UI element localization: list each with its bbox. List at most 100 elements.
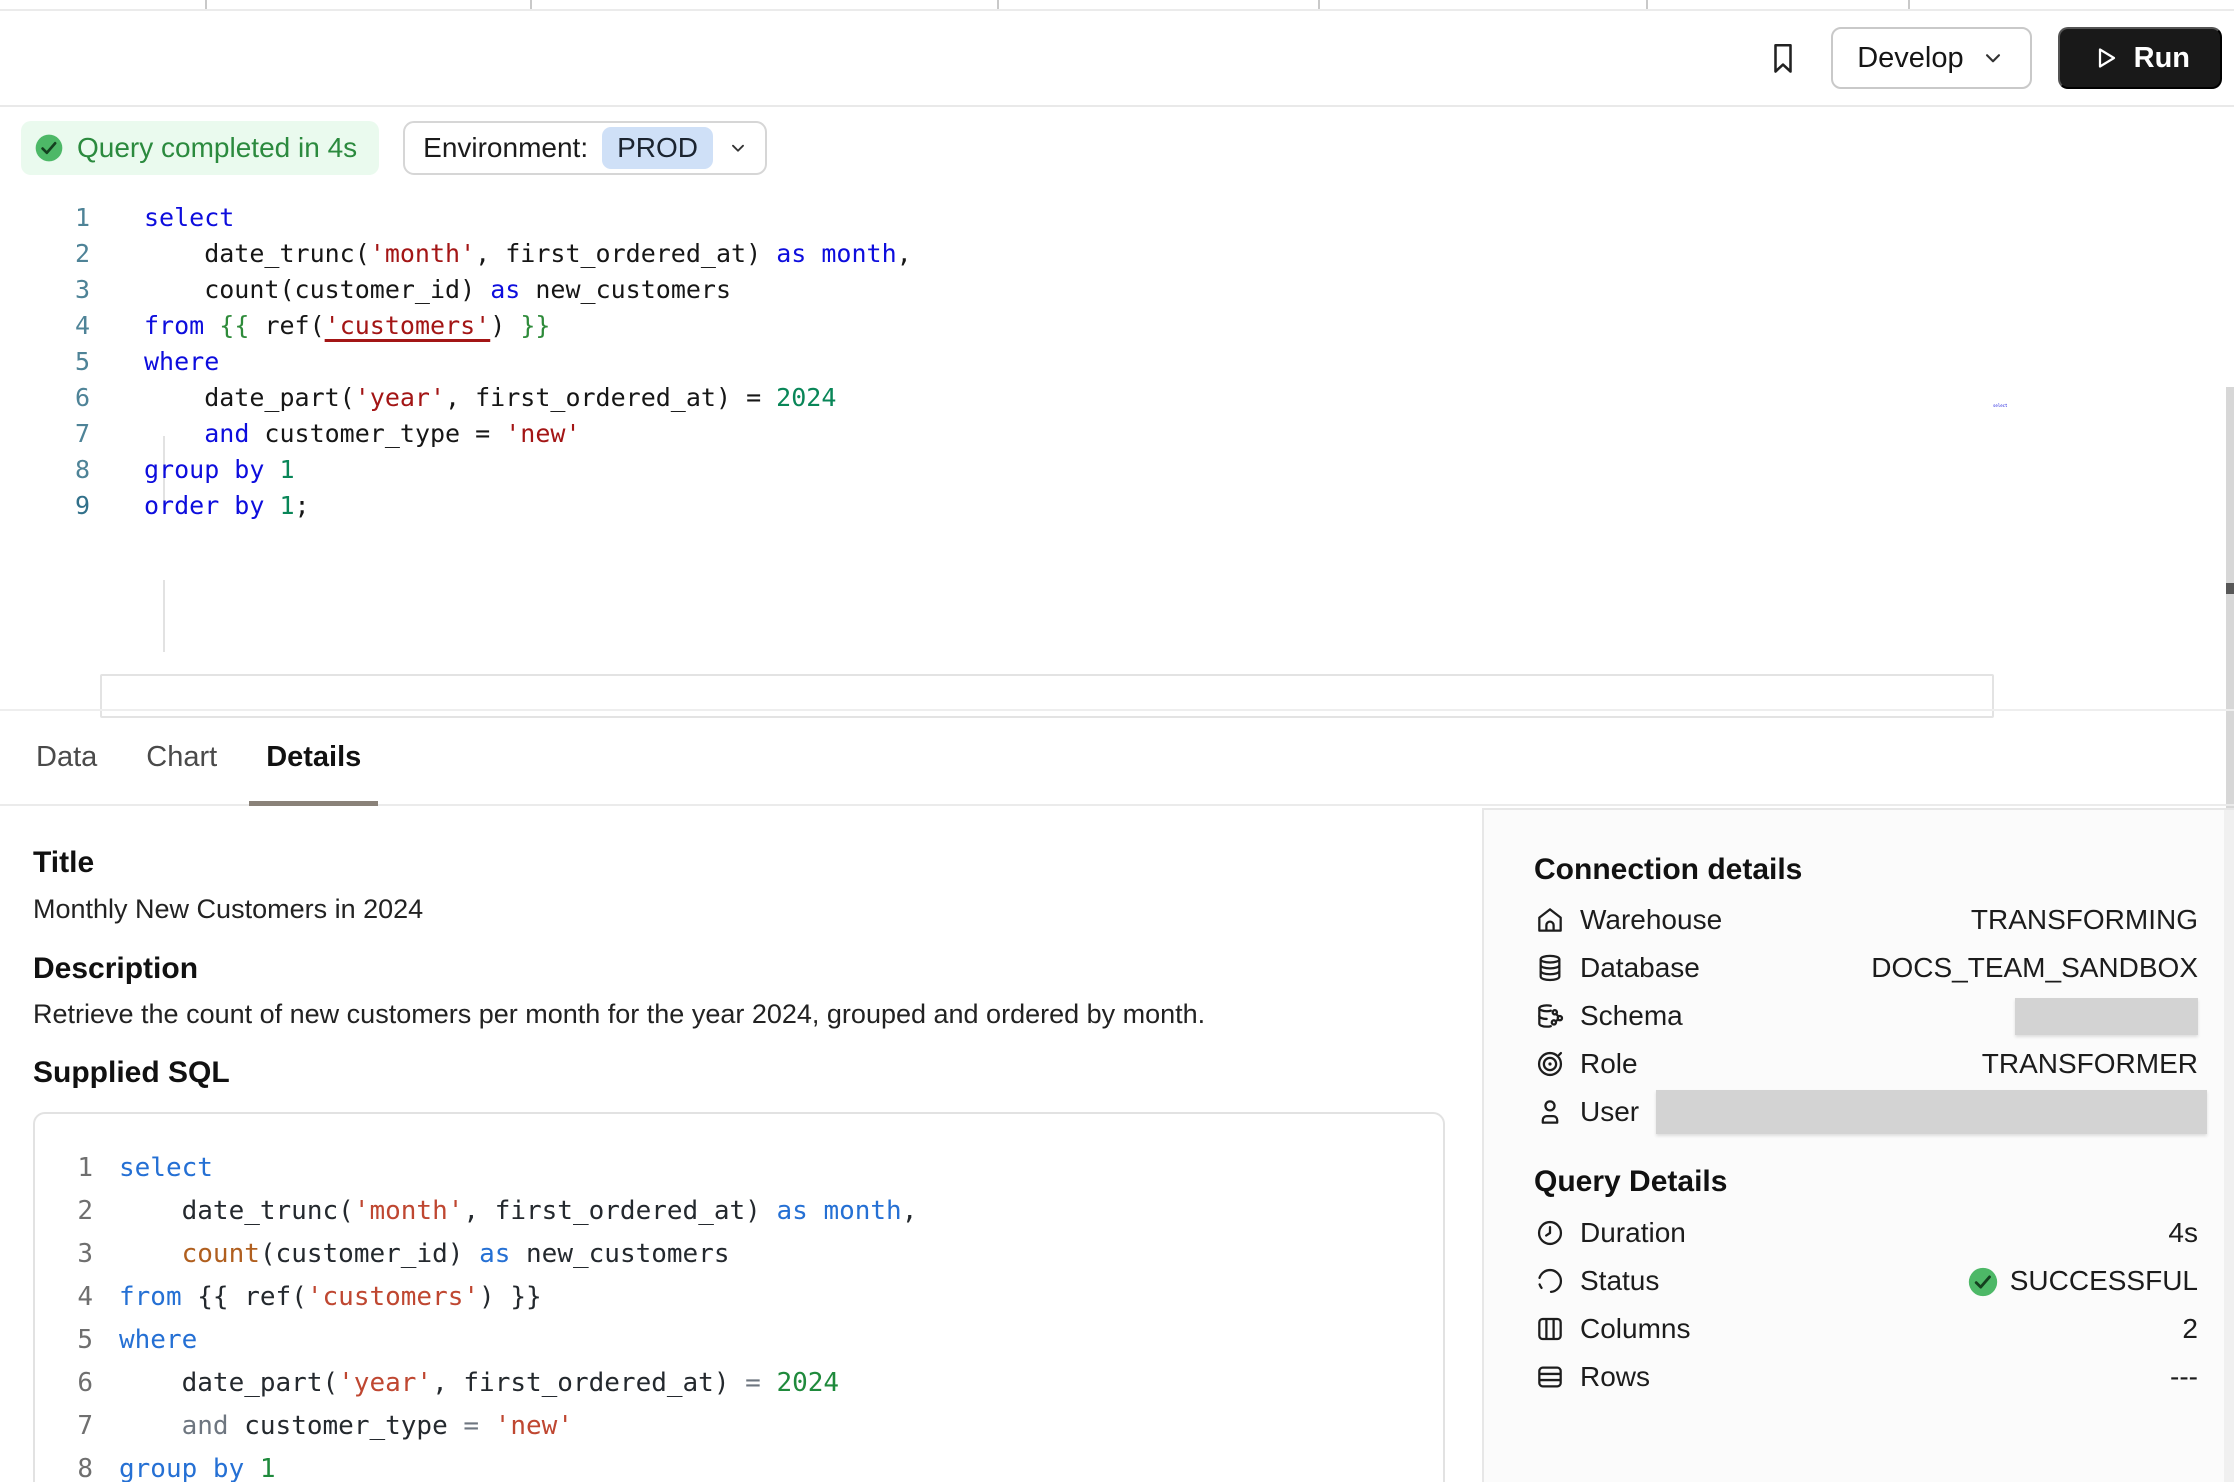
tab-details[interactable]: Details: [249, 711, 378, 804]
line-number: 4: [35, 1276, 93, 1319]
warehouse-icon: [1534, 904, 1566, 936]
clock-icon: [1534, 1217, 1566, 1249]
code-line-8: 8group by 1: [0, 452, 2234, 488]
chevron-down-icon: [1980, 45, 2006, 71]
check-circle-icon: [33, 132, 65, 164]
code-line-2: 2 date_trunc('month', first_ordered_at) …: [35, 1190, 1443, 1233]
tab-data[interactable]: Data: [19, 711, 114, 804]
code-text: where: [144, 344, 219, 380]
redacted-value: [2015, 998, 2198, 1035]
redacted-value: [1656, 1090, 2207, 1134]
toolbar: Develop Run: [0, 11, 2234, 107]
code-line-6: 6 date_part('year', first_ordered_at) = …: [0, 380, 2234, 416]
code-text: from {{ ref('customers') }}: [119, 1276, 542, 1319]
code-text: and customer_type = 'new': [119, 1405, 573, 1448]
run-label: Run: [2134, 42, 2190, 75]
tab-chart[interactable]: Chart: [129, 711, 234, 804]
detail-label: Database: [1580, 952, 1700, 984]
detail-label: Schema: [1580, 1000, 1683, 1032]
play-icon: [2090, 43, 2120, 73]
detail-row-role: Role TRANSFORMER: [1534, 1040, 2198, 1088]
code-line-5: 5 where: [35, 1319, 1443, 1362]
connection-details-heading: Connection details: [1534, 853, 1802, 887]
line-number: 4: [0, 308, 90, 344]
editor-minimap[interactable]: select date_trunc('month', first_ordered…: [1993, 388, 2099, 434]
line-number: 7: [0, 416, 90, 452]
code-text: where: [119, 1319, 197, 1362]
detail-value: DOCS_TEAM_SANDBOX: [1871, 952, 2198, 984]
schema-icon: [1534, 1000, 1566, 1032]
detail-row-database: Database DOCS_TEAM_SANDBOX: [1534, 944, 2198, 992]
code-text: from {{ ref('customers') }}: [144, 308, 550, 344]
detail-label: Rows: [1580, 1361, 1650, 1393]
run-button[interactable]: Run: [2058, 27, 2222, 89]
detail-row-status: StatusSUCCESSFUL: [1534, 1257, 2198, 1305]
query-status-pill: Query completed in 4s: [21, 121, 379, 175]
code-line-3: 3 count(customer_id) as new_customers: [35, 1233, 1443, 1276]
detail-row-rows: Rows ---: [1534, 1353, 2198, 1401]
query-workbench-page: Develop Run Query completed in 4s Enviro…: [0, 0, 2234, 1482]
line-number: 9: [0, 488, 90, 524]
tab-divider: [997, 0, 999, 9]
editor-scrollbar-thumb[interactable]: [2226, 583, 2234, 594]
develop-label: Develop: [1857, 42, 1963, 75]
line-number: 3: [0, 272, 90, 308]
line-number: 8: [0, 452, 90, 488]
connection-rows: WarehouseTRANSFORMING Database DOCS_TEAM_S…: [1534, 896, 2198, 1136]
result-tabbar: DataChartDetails: [0, 709, 2234, 806]
detail-label: Duration: [1580, 1217, 1686, 1249]
status-row: Query completed in 4s Environment: PROD: [21, 120, 767, 176]
query-detail-rows: Duration4sStatusSUCCESSFULColumns2Rows--…: [1534, 1209, 2198, 1401]
code-line-1: 1select: [0, 200, 2234, 236]
description-heading: Description: [33, 952, 198, 986]
code-text: count(customer_id) as new_customers: [144, 272, 731, 308]
chevron-down-icon: [727, 137, 749, 159]
detail-value: TRANSFORMING: [1971, 904, 2198, 936]
line-number: 5: [35, 1319, 93, 1362]
query-status-text: Query completed in 4s: [77, 132, 357, 164]
detail-row-schema: Schema: [1534, 992, 2198, 1040]
line-number: 1: [0, 200, 90, 236]
environment-dropdown[interactable]: Environment: PROD: [403, 121, 767, 175]
title-value: Monthly New Customers in 2024: [33, 894, 423, 925]
develop-dropdown-button[interactable]: Develop: [1831, 27, 2031, 89]
detail-label: User: [1580, 1096, 1639, 1128]
tab-divider: [205, 0, 207, 9]
editor-lines: 1select2 date_trunc('month', first_order…: [0, 200, 2234, 524]
panel-scrollbar[interactable]: [2224, 810, 2234, 1482]
line-number: 8: [35, 1448, 93, 1482]
code-line-7: 7 and customer_type = 'new': [35, 1405, 1443, 1448]
environment-label: Environment:: [423, 132, 588, 164]
code-text: date_part('year', first_ordered_at) = 20…: [119, 1362, 839, 1405]
code-text: date_trunc('month', first_ordered_at) as…: [144, 236, 912, 272]
code-line-7: 7 and customer_type = 'new': [0, 416, 2234, 452]
detail-value: [2015, 998, 2198, 1035]
top-tab-strip: [0, 0, 2234, 11]
detail-value: TRANSFORMER: [1982, 1048, 2198, 1080]
line-number: 7: [35, 1405, 93, 1448]
columns-icon: [1534, 1313, 1566, 1345]
code-text: group by 1: [119, 1448, 276, 1482]
bookmark-icon: [1765, 38, 1801, 78]
code-line-9: 9order by 1;: [0, 488, 2234, 524]
indent-guide: [163, 580, 165, 652]
environment-badge: PROD: [602, 127, 713, 169]
detail-row-warehouse: WarehouseTRANSFORMING: [1534, 896, 2198, 944]
code-text: select: [119, 1147, 213, 1190]
detail-value: ---: [2170, 1361, 2198, 1393]
role-icon: [1534, 1048, 1566, 1080]
sql-editor[interactable]: 1select2 date_trunc('month', first_order…: [0, 190, 2234, 662]
detail-label: Role: [1580, 1048, 1638, 1080]
detail-value: 4s: [2168, 1217, 2198, 1249]
tab-divider: [1646, 0, 1648, 9]
bookmark-button[interactable]: [1761, 36, 1805, 80]
user-icon: [1534, 1096, 1566, 1128]
detail-label: Status: [1580, 1265, 1659, 1297]
minimap-line: date_trunc('month', first_ordered_at) as…: [1993, 424, 2099, 434]
database-icon: [1534, 952, 1566, 984]
details-side-panel: Connection details WarehouseTRANSFORMING…: [1482, 808, 2234, 1482]
detail-value: 2: [2182, 1313, 2198, 1345]
code-line-4: 4 from {{ ref('customers') }}: [35, 1276, 1443, 1319]
line-number: 2: [35, 1190, 93, 1233]
detail-row-duration: Duration 4s: [1534, 1209, 2198, 1257]
